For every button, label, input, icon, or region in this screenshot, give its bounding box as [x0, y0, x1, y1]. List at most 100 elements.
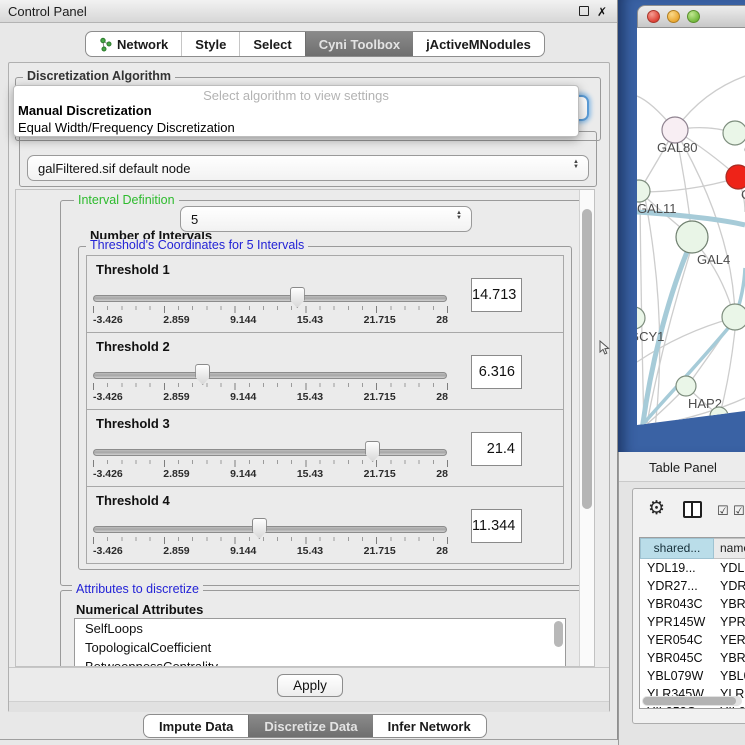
numerical-attributes-list[interactable]: SelfLoopsTopologicalCoefficientBetweenne… — [74, 618, 566, 667]
number-of-intervals-value: 5 — [191, 212, 198, 227]
cell-name[interactable]: YDR2 — [714, 577, 745, 595]
slider-track[interactable] — [93, 526, 447, 533]
table-row[interactable]: YDL19...YDL1 — [640, 559, 745, 577]
slider-thumb[interactable] — [365, 441, 380, 462]
number-of-intervals-spinner[interactable]: 5 ▲▼ — [180, 206, 472, 232]
scale-tick-label: 21.715 — [364, 468, 396, 480]
apply-button[interactable]: Apply — [277, 674, 343, 697]
network-node-c[interactable] — [726, 165, 745, 189]
table-panel-body: ⚙ ☑ ☑ shared... name YDL19...YDL1YDR27..… — [632, 488, 745, 724]
attribute-list-item[interactable]: BetweennessCentrality — [75, 657, 565, 667]
popup-option-manual-discretization[interactable]: Manual Discretization — [18, 103, 152, 118]
slider-track[interactable] — [93, 449, 447, 456]
zoom-traffic-light[interactable] — [687, 10, 700, 23]
network-node-h[interactable] — [722, 304, 745, 330]
control-panel-window: Control Panel ✗ Network Style Select Cyn… — [0, 0, 618, 740]
apply-strip: Apply — [9, 667, 609, 701]
attributes-group-title: Attributes to discretize — [72, 583, 203, 596]
network-window-titlebar[interactable] — [637, 5, 745, 28]
tab-network-label: Network — [117, 37, 168, 52]
scale-tick-label: 9.144 — [230, 468, 256, 480]
threshold-panel: Threshold 2 -3.4262.8599.14415.4321.7152… — [86, 332, 564, 410]
minimize-traffic-light[interactable] — [667, 10, 680, 23]
column-header-shared-name[interactable]: shared... — [640, 538, 714, 559]
close-icon[interactable]: ✗ — [597, 6, 607, 18]
slider-track[interactable] — [93, 372, 447, 379]
cell-shared-name[interactable]: YER054C — [640, 631, 714, 649]
discretization-algorithm-group-title: Discretization Algorithm — [23, 70, 175, 83]
panel-bottom-inset — [9, 701, 609, 712]
cell-name[interactable]: YDL1 — [714, 559, 745, 577]
split-view-icon[interactable] — [683, 501, 702, 518]
cell-name[interactable]: YPR1 — [714, 613, 745, 631]
network-canvas[interactable]: GAL80GACGAL11GAL4GCY1HHAP2 — [637, 28, 745, 425]
float-panel-icon[interactable] — [579, 6, 589, 16]
slider-scale-labels: -3.4262.8599.14415.4321.71528 — [93, 391, 448, 403]
node-label: GAL80 — [657, 140, 697, 155]
table-row[interactable]: YBL079WYBL0 — [640, 667, 745, 685]
tab-network[interactable]: Network — [86, 32, 181, 56]
main-vertical-scrollbar[interactable] — [579, 190, 594, 666]
cell-name[interactable]: YBL0 — [714, 667, 745, 685]
network-node[interactable] — [710, 407, 728, 425]
checkbox-icon[interactable]: ☑ — [717, 503, 729, 519]
node-label: GAL11 — [637, 201, 677, 216]
close-traffic-light[interactable] — [647, 10, 660, 23]
slider-thumb[interactable] — [252, 518, 267, 539]
network-view-window: GAL80GACGAL11GAL4GCY1HHAP2 — [637, 5, 745, 425]
attribute-list-item[interactable]: SelfLoops — [75, 619, 565, 638]
threshold-value-field[interactable]: 6.316 — [471, 355, 522, 389]
network-node-hap2[interactable] — [676, 376, 696, 396]
tab-infer-network[interactable]: Infer Network — [373, 715, 486, 737]
scale-tick-label: -3.426 — [93, 314, 123, 326]
checkbox-icon[interactable]: ☑ — [733, 503, 745, 519]
tab-impute-data[interactable]: Impute Data — [144, 715, 248, 737]
table-row[interactable]: YBR043CYBR0 — [640, 595, 745, 613]
popup-option-equal-width-frequency[interactable]: Equal Width/Frequency Discretization — [18, 120, 235, 135]
cell-shared-name[interactable]: YDL19... — [640, 559, 714, 577]
column-header-name[interactable]: name — [714, 538, 745, 559]
table-row[interactable]: YBR045CYBR0 — [640, 649, 745, 667]
cell-shared-name[interactable]: YBR045C — [640, 649, 714, 667]
top-tab-bar: Network Style Select Cyni Toolbox jActiv… — [85, 31, 545, 57]
table-row[interactable]: YER054CYER0 — [640, 631, 745, 649]
cell-shared-name[interactable]: YPR145W — [640, 613, 714, 631]
scale-tick-label: -3.426 — [93, 391, 123, 403]
table-row[interactable]: YDR27...YDR2 — [640, 577, 745, 595]
scale-tick-label: 21.715 — [364, 545, 396, 557]
tab-discretize-data[interactable]: Discretize Data — [248, 715, 372, 737]
network-node-ga[interactable] — [723, 121, 745, 145]
h-scrollbar-thumb[interactable] — [643, 697, 736, 705]
network-node-gal4[interactable] — [676, 221, 708, 253]
threshold-panel: Threshold 1 -3.4262.8599.14415.4321.7152… — [86, 255, 564, 333]
cell-shared-name[interactable]: YDR27... — [640, 577, 714, 595]
table-data-combobox[interactable]: galFiltered.sif default node ▲▼ — [27, 155, 589, 181]
scale-tick-label: 15.43 — [297, 314, 323, 326]
scale-tick-label: 28 — [436, 314, 448, 326]
tab-cyni-toolbox[interactable]: Cyni Toolbox — [305, 32, 413, 56]
cell-name[interactable]: YBR0 — [714, 649, 745, 667]
attribute-list-item[interactable]: TopologicalCoefficient — [75, 638, 565, 657]
slider-track[interactable] — [93, 295, 447, 302]
tab-style[interactable]: Style — [181, 32, 239, 56]
cell-shared-name[interactable]: YBR043C — [640, 595, 714, 613]
threshold-value-field[interactable]: 21.4 — [471, 432, 522, 466]
slider-ticks — [93, 383, 448, 390]
cell-name[interactable]: YBR0 — [714, 595, 745, 613]
main-scrollbar-thumb[interactable] — [582, 209, 592, 509]
slider-thumb[interactable] — [195, 364, 210, 385]
table-row[interactable]: YPR145WYPR1 — [640, 613, 745, 631]
threshold-value-field[interactable]: 11.344 — [471, 509, 522, 543]
threshold-value-field[interactable]: 14.713 — [471, 278, 522, 312]
network-node-gcy1[interactable] — [637, 307, 645, 329]
list-scrollbar-thumb[interactable] — [554, 621, 563, 647]
tab-select[interactable]: Select — [239, 32, 304, 56]
scale-tick-label: 21.715 — [364, 391, 396, 403]
table-horizontal-scrollbar[interactable] — [642, 696, 742, 706]
gear-icon[interactable]: ⚙ — [648, 499, 665, 518]
cell-shared-name[interactable]: YBL079W — [640, 667, 714, 685]
table-panel: Table Panel ⚙ ☑ ☑ shared... name YDL19..… — [618, 452, 745, 745]
tab-jactivemnodules[interactable]: jActiveMNodules — [413, 32, 544, 56]
cell-name[interactable]: YER0 — [714, 631, 745, 649]
slider-thumb[interactable] — [290, 287, 305, 308]
